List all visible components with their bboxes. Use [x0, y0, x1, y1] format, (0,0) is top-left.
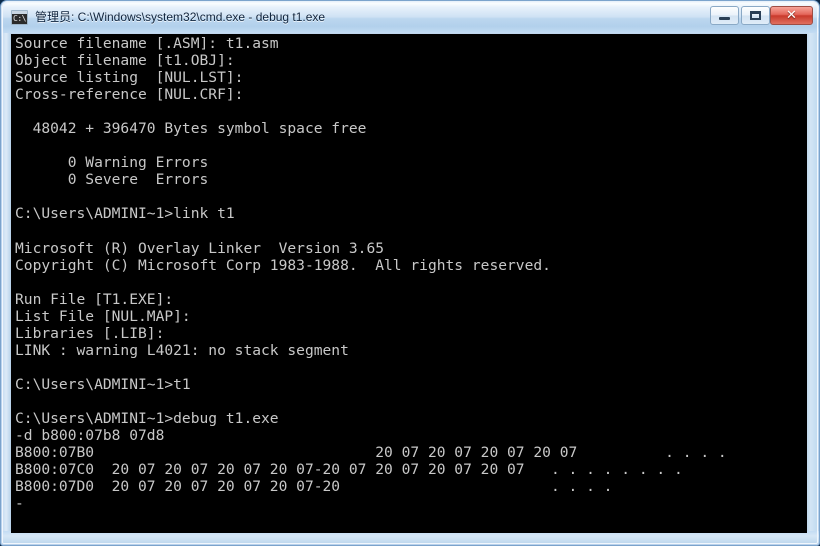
window-frame-left	[3, 33, 11, 535]
title-bar[interactable]: C:\ 管理员: C:\Windows\system32\cmd.exe - d…	[3, 3, 819, 33]
maximize-icon	[742, 7, 769, 24]
maximize-button[interactable]	[741, 6, 770, 25]
cmd-window: C:\ 管理员: C:\Windows\system32\cmd.exe - d…	[0, 0, 820, 546]
cmd-icon-label: C:\	[13, 14, 26, 23]
close-glyph: ✕	[786, 8, 797, 23]
console-text: Source filename [.ASM]: t1.asm Object fi…	[15, 35, 727, 513]
cmd-icon[interactable]: C:\	[11, 10, 28, 25]
close-button[interactable]: ✕	[770, 6, 813, 25]
minimize-icon	[711, 7, 738, 24]
console-output-area[interactable]: Source filename [.ASM]: t1.asm Object fi…	[11, 34, 807, 533]
close-icon: ✕	[771, 7, 812, 24]
window-title: 管理员: C:\Windows\system32\cmd.exe - debug…	[35, 10, 326, 24]
minimize-button[interactable]	[710, 6, 739, 25]
